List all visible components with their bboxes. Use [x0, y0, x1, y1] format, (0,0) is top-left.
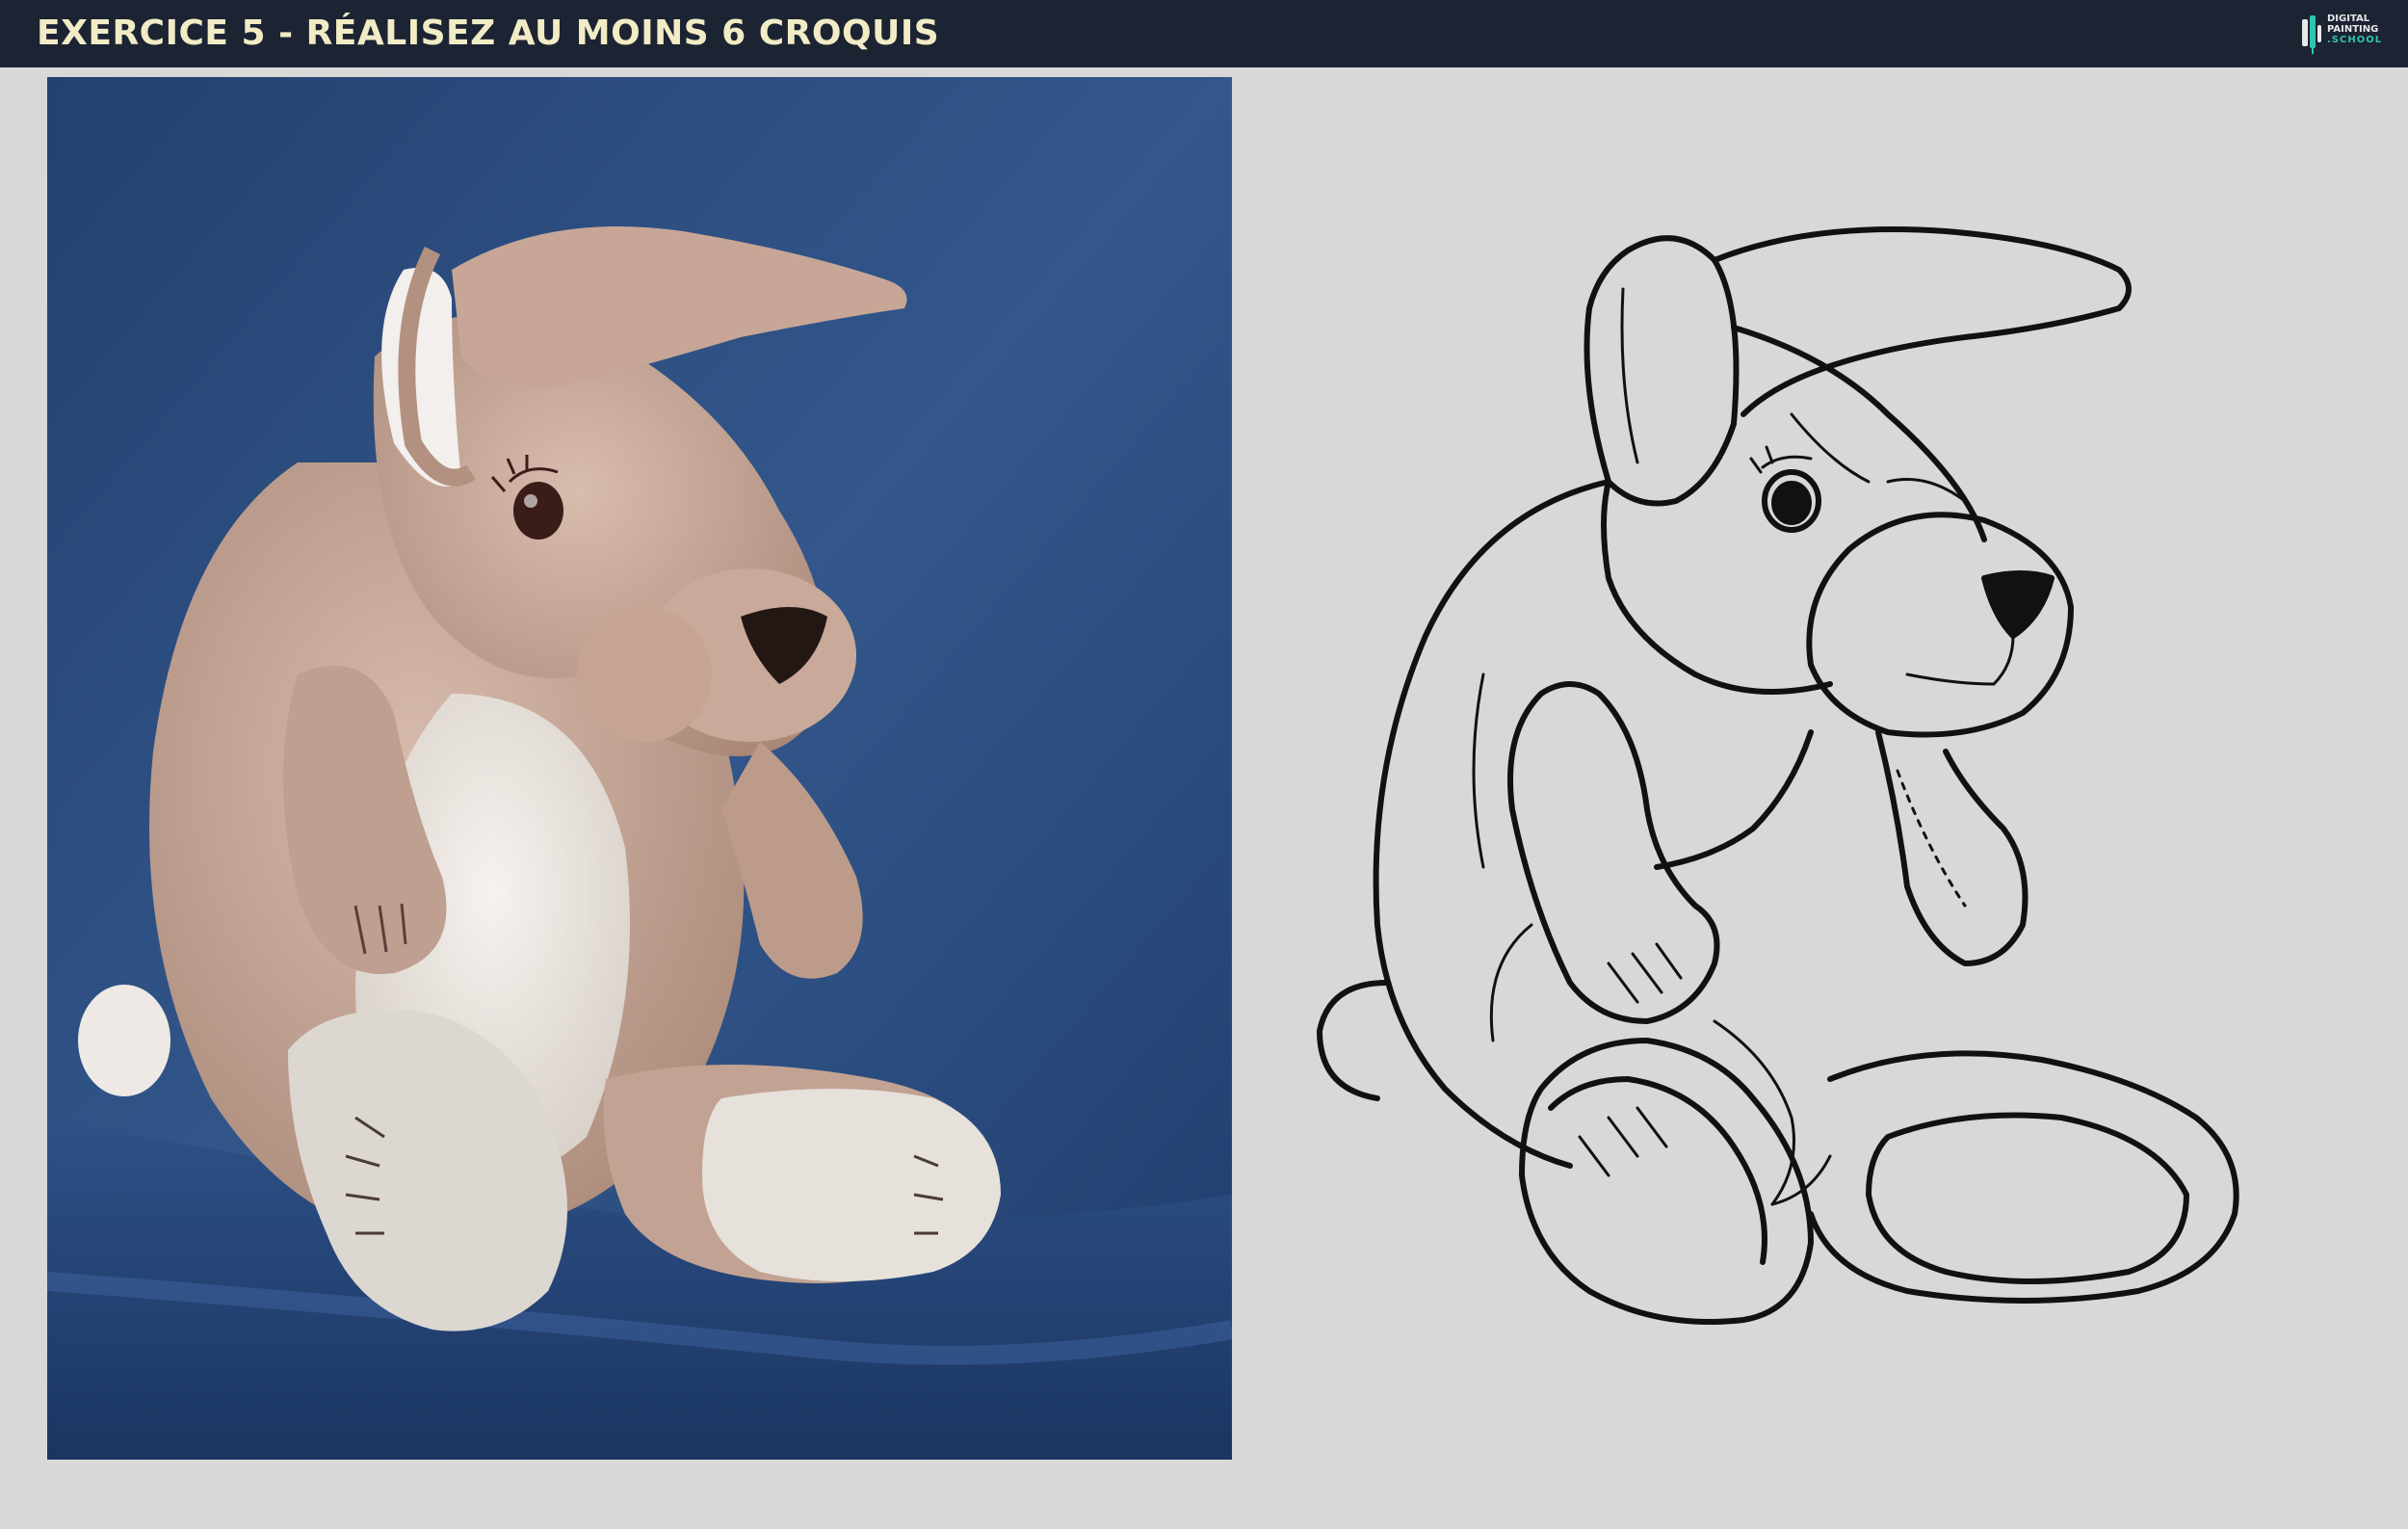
logo-line-1: DIGITAL — [2327, 13, 2370, 24]
logo-line-3: .SCHOOL — [2327, 35, 2383, 45]
reference-photo — [47, 77, 1232, 1460]
rabbit-line-drawing — [1317, 226, 2239, 1325]
header-bar: EXERCICE 5 - RÉALISEZ AU MOINS 6 CROQUIS… — [0, 0, 2408, 67]
brush-logo-icon — [2302, 15, 2321, 54]
page-title: EXERCICE 5 - RÉALISEZ AU MOINS 6 CROQUIS — [37, 13, 940, 53]
logo-line-2: PAINTING — [2327, 24, 2379, 35]
logo-wordmark: DIGITAL PAINTING .SCHOOL — [2327, 13, 2382, 45]
digital-painting-school-logo: DIGITAL PAINTING .SCHOOL — [2300, 12, 2396, 56]
plush-rabbit-photo — [47, 77, 1232, 1460]
line-sketch — [1291, 193, 2331, 1349]
